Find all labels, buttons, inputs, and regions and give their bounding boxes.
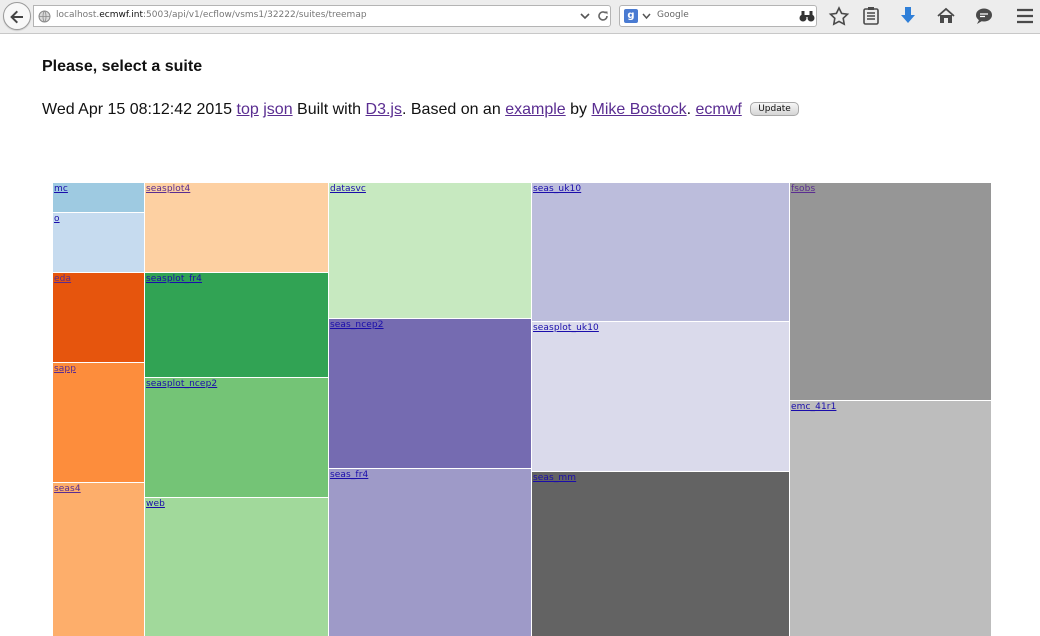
info-line: Wed Apr 15 08:12:42 2015 top json Built … — [42, 101, 799, 119]
suite-link-fsobs[interactable]: fsobs — [791, 184, 815, 194]
based-on-text: . Based on an — [401, 101, 501, 118]
top-link[interactable]: top — [237, 101, 259, 118]
globe-icon — [38, 10, 51, 23]
suite-link-seas4[interactable]: seas4 — [54, 484, 81, 494]
page-title: Please, select a suite — [42, 58, 203, 75]
suite-link-seas_uk10[interactable]: seas_uk10 — [533, 184, 581, 194]
treemap-cell-datasvc[interactable]: datasvc — [328, 182, 532, 319]
suite-link-seasplot_fr4[interactable]: seasplot_fr4 — [146, 274, 202, 284]
suite-link-seasplot_ncep2[interactable]: seasplot_ncep2 — [146, 379, 217, 389]
suite-link-seasplot_uk10[interactable]: seasplot_uk10 — [533, 323, 599, 333]
search-engine-icon[interactable]: g — [624, 9, 638, 23]
treemap-cell-seasplot_fr4[interactable]: seasplot_fr4 — [144, 272, 329, 378]
example-link[interactable]: example — [505, 101, 565, 118]
download-icon[interactable] — [897, 6, 919, 26]
treemap-cell-eda[interactable]: eda — [52, 272, 145, 363]
search-bar[interactable]: g Google — [619, 5, 817, 27]
json-link[interactable]: json — [263, 101, 292, 118]
home-icon[interactable] — [935, 6, 957, 26]
treemap-cell-o[interactable]: o — [52, 212, 145, 273]
bookmark-star-icon[interactable] — [828, 6, 850, 26]
treemap-cell-seasplot4[interactable]: seasplot4 — [144, 182, 329, 273]
suite-treemap: mc o eda sapp seas4 seasplot4 seasplot_f… — [52, 182, 992, 636]
built-with-text: Built with — [297, 101, 362, 118]
update-button[interactable]: Update — [750, 101, 799, 116]
search-placeholder: Google — [657, 10, 689, 20]
suite-link-seasplot4[interactable]: seasplot4 — [146, 184, 190, 194]
treemap-cell-emc_41r1[interactable]: emc_41r1 — [789, 400, 992, 636]
treemap-cell-seas_ncep2[interactable]: seas_ncep2 — [328, 318, 532, 469]
binoculars-icon[interactable] — [799, 9, 815, 23]
reload-icon[interactable] — [596, 9, 610, 23]
suite-link-sapp[interactable]: sapp — [54, 364, 76, 374]
author-link[interactable]: Mike Bostock — [591, 101, 686, 118]
suite-link-seas_ncep2[interactable]: seas_ncep2 — [330, 320, 384, 330]
treemap-cell-web[interactable]: web — [144, 497, 329, 636]
suite-link-emc_41r1[interactable]: emc_41r1 — [791, 402, 836, 412]
treemap-cell-seas_mm[interactable]: seas_mm — [531, 471, 790, 636]
ecmwf-link[interactable]: ecmwf — [696, 101, 742, 118]
reading-list-icon[interactable] — [860, 6, 882, 26]
chat-icon[interactable] — [973, 6, 995, 26]
timestamp: Wed Apr 15 08:12:42 2015 — [42, 101, 233, 118]
dropdown-icon[interactable] — [580, 11, 590, 21]
suite-link-seas_fr4[interactable]: seas_fr4 — [330, 470, 368, 480]
back-button[interactable] — [3, 2, 31, 30]
suite-link-mc[interactable]: mc — [54, 184, 68, 194]
suite-link-o[interactable]: o — [54, 214, 60, 224]
suite-link-web[interactable]: web — [146, 499, 165, 509]
dot-text: . — [686, 101, 692, 118]
treemap-cell-mc[interactable]: mc — [52, 182, 145, 213]
d3-link[interactable]: D3.js — [366, 101, 402, 118]
treemap-cell-seasplot_ncep2[interactable]: seasplot_ncep2 — [144, 377, 329, 498]
treemap-cell-seas_uk10[interactable]: seas_uk10 — [531, 182, 790, 322]
treemap-cell-seasplot_uk10[interactable]: seasplot_uk10 — [531, 321, 790, 472]
suite-link-seas_mm[interactable]: seas_mm — [533, 473, 576, 483]
menu-icon[interactable] — [1014, 6, 1036, 26]
treemap-cell-sapp[interactable]: sapp — [52, 362, 145, 483]
suite-link-datasvc[interactable]: datasvc — [330, 184, 366, 194]
treemap-cell-seas4[interactable]: seas4 — [52, 482, 145, 636]
url-text: localhost.ecmwf.int:5003/api/v1/ecflow/v… — [56, 10, 367, 20]
suite-link-eda[interactable]: eda — [54, 274, 71, 284]
search-engine-dropdown-icon[interactable] — [642, 12, 651, 20]
back-arrow-icon — [10, 10, 23, 24]
treemap-cell-fsobs[interactable]: fsobs — [789, 182, 992, 401]
treemap-cell-seas_fr4[interactable]: seas_fr4 — [328, 468, 532, 636]
url-bar[interactable]: localhost.ecmwf.int:5003/api/v1/ecflow/v… — [33, 5, 611, 27]
browser-toolbar: localhost.ecmwf.int:5003/api/v1/ecflow/v… — [0, 0, 1040, 34]
by-text: by — [570, 101, 588, 118]
